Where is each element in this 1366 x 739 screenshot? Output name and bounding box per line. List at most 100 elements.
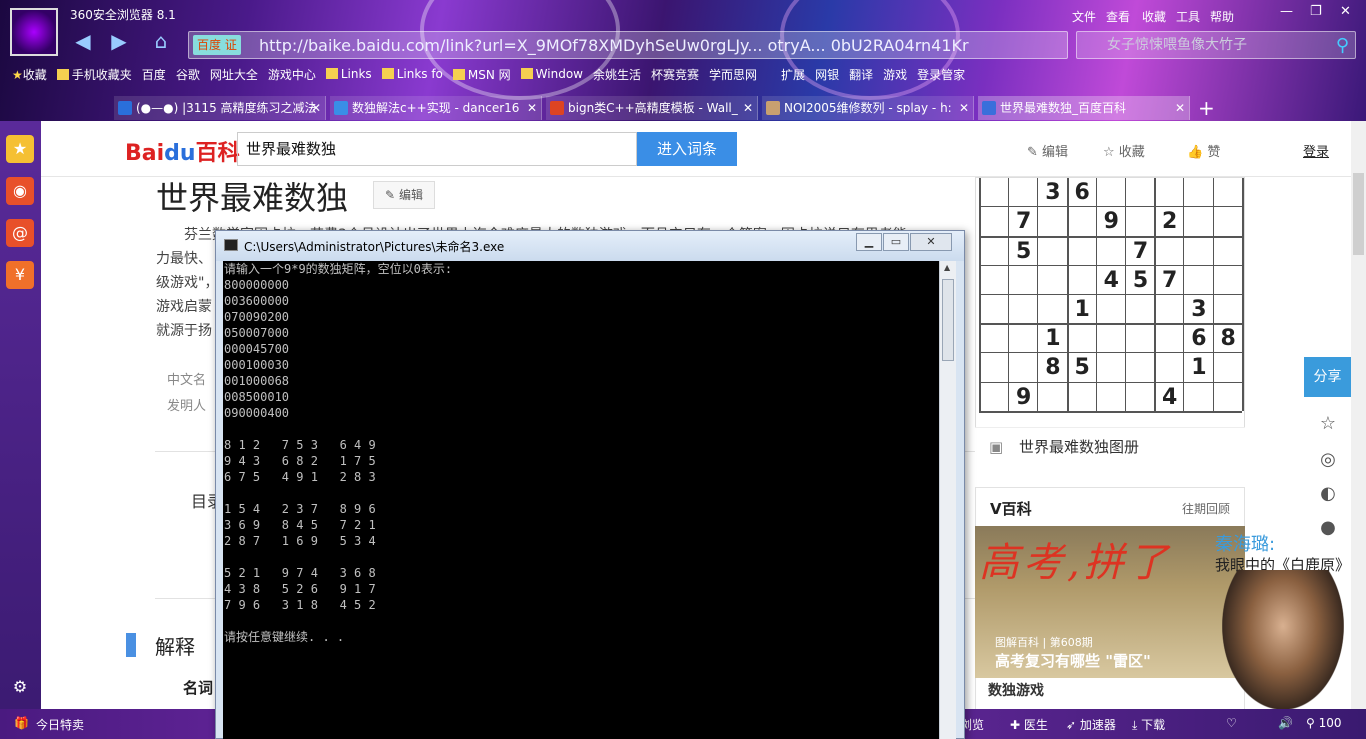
console-scrollbar[interactable]: ▲ (939, 261, 956, 739)
status-doctor[interactable]: ✚ 医生 (1010, 716, 1048, 733)
enter-entry-button[interactable]: 进入词条 (637, 132, 737, 166)
gift-icon[interactable]: 🎁 (14, 716, 29, 730)
mail-icon[interactable]: @ (6, 219, 34, 247)
favorites-icon[interactable]: ★ (6, 135, 34, 163)
sudoku-cell: 3 (1045, 180, 1061, 206)
bookmark-item[interactable]: 学而思网 (709, 66, 757, 83)
scrollbar-thumb[interactable] (1353, 173, 1364, 255)
status-deal[interactable]: 今日特卖 (36, 716, 84, 733)
weibo-icon[interactable]: ◎ (1315, 449, 1341, 475)
volume-icon[interactable]: 🔊 (1278, 716, 1293, 730)
status-accelerator[interactable]: ➶ 加速器 (1066, 716, 1116, 733)
figure-caption[interactable]: ▣ 世界最难数独图册 (975, 427, 1245, 467)
menu-file[interactable]: 文件 (1072, 8, 1096, 25)
search-placeholder: 女子惊悚喂鱼像大竹子 (1107, 37, 1247, 53)
ad-name[interactable]: 秦海璐: (1215, 530, 1275, 556)
like-link[interactable]: 👍 赞 (1187, 141, 1220, 160)
baike-logo[interactable]: Baidu百科 (125, 135, 240, 167)
tab-item[interactable]: (●—●) |3115 高精度练习之减法 ✕ (114, 96, 326, 120)
bookmark-item[interactable]: Links fo (381, 67, 443, 81)
console-output[interactable]: 请输入一个9*9的数独矩阵，空位以0表示: 800000000 00360000… (223, 261, 939, 739)
back-icon[interactable]: ◀ (68, 26, 98, 56)
bookmark-item[interactable]: 网银 (815, 66, 839, 83)
sudoku-image[interactable]: 836792574571316885194 (975, 177, 1245, 465)
past-issues-link[interactable]: 往期回顾 (1182, 500, 1230, 517)
zoom-control[interactable]: ⚲ 100 (1306, 716, 1342, 730)
bookmark-item[interactable]: 百度 (142, 66, 166, 83)
baike-search-input[interactable]: 世界最难数独 (237, 132, 637, 166)
menu-help[interactable]: 帮助 (1210, 8, 1234, 25)
tab-item-active[interactable]: 世界最难数独_百度百科 ✕ (978, 96, 1190, 120)
tab-close-icon[interactable]: ✕ (959, 96, 969, 120)
bookmark-item[interactable]: 手机收藏夹 (56, 66, 132, 83)
bookmark-item[interactable]: MSN 网 (452, 66, 511, 83)
minimize-icon[interactable]: — (1280, 4, 1293, 19)
console-title: C:\Users\Administrator\Pictures\未命名3.exe (244, 240, 505, 254)
console-close-button[interactable]: ✕ (910, 233, 952, 251)
vbaike-image[interactable]: 高考,拼了 图解百科 | 第608期 高考复习有哪些 "雷区" (975, 526, 1245, 678)
maximize-icon[interactable]: ❐ (1310, 4, 1322, 19)
star-icon[interactable]: ☆ (1315, 413, 1341, 439)
sudoku-cell: 5 (1074, 355, 1090, 381)
close-icon[interactable]: ✕ (1340, 4, 1351, 19)
bookmark-item[interactable]: ★收藏 (12, 66, 47, 83)
browser-search-input[interactable]: 女子惊悚喂鱼像大竹子 ⚲ (1076, 31, 1356, 59)
status-download[interactable]: ⤓ 下载 (1132, 716, 1165, 733)
console-scroll-thumb[interactable] (942, 279, 954, 361)
folder-icon (452, 68, 465, 80)
share-button[interactable]: 分享 (1304, 357, 1351, 397)
ad-portrait[interactable] (1222, 570, 1344, 710)
tab-close-icon[interactable]: ✕ (1175, 96, 1185, 120)
address-url[interactable]: http://baike.baidu.com/link?url=X_9MOf78… (259, 36, 979, 55)
heart-icon[interactable]: ♡ (1226, 716, 1237, 730)
bookmark-item[interactable]: 翻译 (849, 66, 873, 83)
menu-tools[interactable]: 工具 (1176, 8, 1200, 25)
browser-logo (10, 8, 58, 56)
bookmark-item[interactable]: Links (325, 67, 372, 81)
sudoku-cell: 8 (980, 177, 1009, 178)
discount-icon[interactable]: ¥ (6, 261, 34, 289)
pencil-icon: ✎ (1027, 145, 1038, 160)
weibo-icon[interactable]: ◉ (6, 177, 34, 205)
tab-item[interactable]: NOI2005维修数列 - splay - h: ✕ (762, 96, 974, 120)
tab-favicon (334, 101, 348, 115)
tab-close-icon[interactable]: ✕ (527, 96, 537, 120)
bookmark-item[interactable]: 扩展 (781, 66, 805, 83)
search-icon[interactable]: ⚲ (1336, 33, 1349, 59)
address-bar[interactable]: 百度 证 http://baike.baidu.com/link?url=X_9… (188, 31, 1068, 59)
tab-item[interactable]: bign类C++高精度模板 - Wall_ ✕ (546, 96, 758, 120)
page-scrollbar[interactable] (1351, 121, 1366, 711)
edit-button[interactable]: ✎ 编辑 (373, 181, 435, 209)
scroll-up-icon[interactable]: ▲ (944, 263, 950, 272)
console-window[interactable]: C:\Users\Administrator\Pictures\未命名3.exe… (215, 230, 965, 739)
settings-icon[interactable]: ⚙ (6, 673, 34, 701)
console-titlebar[interactable]: C:\Users\Administrator\Pictures\未命名3.exe… (216, 231, 964, 261)
bookmark-item[interactable]: 游戏中心 (268, 66, 316, 83)
new-tab-icon[interactable]: + (1198, 96, 1215, 120)
console-minimize-button[interactable]: ▁ (856, 233, 882, 251)
bookmark-item[interactable]: 网址大全 (210, 66, 258, 83)
bookmark-item[interactable]: 游戏 (883, 66, 907, 83)
bookmark-item[interactable]: 谷歌 (176, 66, 200, 83)
edit-link[interactable]: ✎ 编辑 (1027, 141, 1068, 160)
bookmark-item[interactable]: Window (520, 67, 583, 81)
sudoku-cell: 8 (1045, 355, 1061, 381)
menu-favorites[interactable]: 收藏 (1142, 8, 1166, 25)
menu-view[interactable]: 查看 (1106, 8, 1130, 25)
tab-close-icon[interactable]: ✕ (311, 96, 321, 120)
qq-icon[interactable]: ● (1315, 517, 1341, 543)
tab-item[interactable]: 数独解法c++实现 - dancer16 ✕ (330, 96, 542, 120)
security-badge[interactable]: 百度 证 (193, 35, 241, 55)
forward-icon[interactable]: ▶ (104, 26, 134, 56)
bookmark-item[interactable]: 杯赛竞赛 (651, 66, 699, 83)
home-icon[interactable]: ⌂ (146, 26, 176, 56)
tab-close-icon[interactable]: ✕ (743, 96, 753, 120)
tab-favicon (550, 101, 564, 115)
bookmark-item[interactable]: 余姚生活 (593, 66, 641, 83)
collect-link[interactable]: ☆ 收藏 (1103, 141, 1145, 160)
login-link[interactable]: 登录 (1303, 141, 1329, 160)
wechat-icon[interactable]: ◐ (1315, 483, 1341, 509)
console-maximize-button[interactable]: ▭ (883, 233, 909, 251)
tab-favicon (766, 101, 780, 115)
bookmark-item[interactable]: 登录管家 (917, 66, 965, 83)
